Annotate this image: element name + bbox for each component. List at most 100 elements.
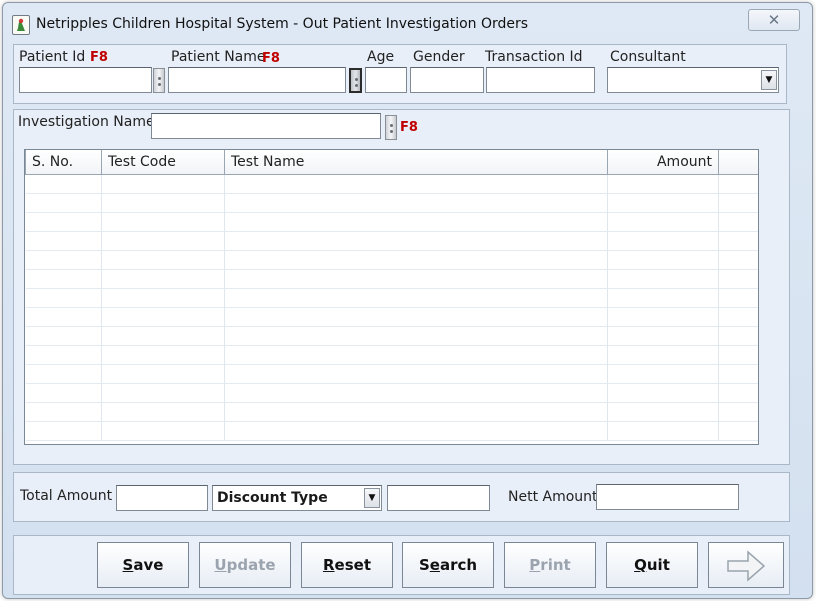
table-cell[interactable] bbox=[101, 269, 225, 289]
table-cell[interactable] bbox=[718, 212, 758, 232]
close-icon[interactable]: ✕ bbox=[748, 9, 800, 31]
table-cell[interactable] bbox=[224, 345, 608, 365]
table-cell[interactable] bbox=[101, 326, 225, 346]
print-button[interactable]: Print bbox=[504, 542, 596, 588]
table-cell[interactable] bbox=[718, 345, 758, 365]
patient-name-field[interactable] bbox=[168, 67, 346, 93]
table-cell[interactable] bbox=[607, 383, 719, 403]
chevron-down-icon[interactable]: ▼ bbox=[761, 70, 777, 90]
table-row[interactable] bbox=[25, 345, 758, 365]
table-cell[interactable] bbox=[101, 307, 225, 327]
column-header-amount[interactable]: Amount bbox=[607, 150, 719, 175]
table-cell[interactable] bbox=[25, 364, 102, 384]
update-button[interactable]: Update bbox=[199, 542, 291, 588]
table-cell[interactable] bbox=[101, 231, 225, 251]
table-cell[interactable] bbox=[224, 307, 608, 327]
table-cell[interactable] bbox=[224, 383, 608, 403]
table-cell[interactable] bbox=[718, 307, 758, 327]
table-cell[interactable] bbox=[25, 174, 102, 194]
table-cell[interactable] bbox=[101, 364, 225, 384]
table-cell[interactable] bbox=[607, 174, 719, 194]
table-cell[interactable] bbox=[224, 250, 608, 270]
table-cell[interactable] bbox=[25, 212, 102, 232]
table-row[interactable] bbox=[25, 364, 758, 384]
investigation-grid[interactable]: S. No. Test Code Test Name Amount bbox=[24, 149, 759, 445]
column-header-test-code[interactable]: Test Code bbox=[101, 150, 225, 175]
patient-name-lookup-handle[interactable] bbox=[349, 68, 362, 93]
table-cell[interactable] bbox=[101, 288, 225, 308]
table-cell[interactable] bbox=[25, 421, 102, 441]
table-cell[interactable] bbox=[607, 402, 719, 422]
nett-amount-field[interactable] bbox=[596, 484, 739, 510]
table-row[interactable] bbox=[25, 421, 758, 441]
table-cell[interactable] bbox=[224, 288, 608, 308]
table-cell[interactable] bbox=[607, 231, 719, 251]
table-cell[interactable] bbox=[25, 345, 102, 365]
quit-button[interactable]: Quit bbox=[606, 542, 698, 588]
table-row[interactable] bbox=[25, 193, 758, 213]
grid-body[interactable] bbox=[25, 174, 758, 441]
table-cell[interactable] bbox=[607, 421, 719, 441]
consultant-dropdown[interactable]: ▼ bbox=[607, 67, 779, 93]
table-cell[interactable] bbox=[25, 326, 102, 346]
table-cell[interactable] bbox=[224, 402, 608, 422]
table-cell[interactable] bbox=[718, 364, 758, 384]
table-row[interactable] bbox=[25, 250, 758, 270]
table-cell[interactable] bbox=[224, 269, 608, 289]
table-cell[interactable] bbox=[224, 231, 608, 251]
table-cell[interactable] bbox=[718, 326, 758, 346]
table-cell[interactable] bbox=[101, 193, 225, 213]
table-cell[interactable] bbox=[25, 193, 102, 213]
table-row[interactable] bbox=[25, 288, 758, 308]
table-cell[interactable] bbox=[607, 250, 719, 270]
table-cell[interactable] bbox=[718, 231, 758, 251]
table-cell[interactable] bbox=[101, 383, 225, 403]
table-cell[interactable] bbox=[718, 402, 758, 422]
discount-type-dropdown[interactable]: Discount Type ▼ bbox=[212, 485, 382, 511]
table-cell[interactable] bbox=[224, 193, 608, 213]
table-cell[interactable] bbox=[607, 364, 719, 384]
transaction-id-field[interactable] bbox=[486, 67, 595, 93]
table-cell[interactable] bbox=[718, 174, 758, 194]
table-row[interactable] bbox=[25, 231, 758, 251]
table-cell[interactable] bbox=[101, 402, 225, 422]
table-cell[interactable] bbox=[224, 421, 608, 441]
table-cell[interactable] bbox=[25, 402, 102, 422]
table-cell[interactable] bbox=[718, 288, 758, 308]
table-cell[interactable] bbox=[607, 345, 719, 365]
table-cell[interactable] bbox=[607, 212, 719, 232]
table-cell[interactable] bbox=[718, 193, 758, 213]
gender-field[interactable] bbox=[410, 67, 484, 93]
table-cell[interactable] bbox=[224, 364, 608, 384]
save-button[interactable]: Save bbox=[97, 542, 189, 588]
patient-id-field[interactable] bbox=[19, 67, 152, 93]
total-amount-field[interactable] bbox=[116, 485, 208, 511]
table-cell[interactable] bbox=[101, 345, 225, 365]
table-cell[interactable] bbox=[101, 212, 225, 232]
table-row[interactable] bbox=[25, 307, 758, 327]
investigation-name-field[interactable] bbox=[151, 113, 381, 139]
column-header-test-name[interactable]: Test Name bbox=[224, 150, 608, 175]
table-row[interactable] bbox=[25, 383, 758, 403]
table-row[interactable] bbox=[25, 174, 758, 194]
table-row[interactable] bbox=[25, 212, 758, 232]
age-field[interactable] bbox=[365, 67, 407, 93]
table-row[interactable] bbox=[25, 402, 758, 422]
table-cell[interactable] bbox=[101, 250, 225, 270]
table-cell[interactable] bbox=[224, 174, 608, 194]
table-cell[interactable] bbox=[607, 307, 719, 327]
table-cell[interactable] bbox=[25, 231, 102, 251]
column-header-sno[interactable]: S. No. bbox=[25, 150, 102, 175]
chevron-down-icon[interactable]: ▼ bbox=[364, 488, 380, 508]
investigation-lookup-handle[interactable] bbox=[385, 115, 397, 140]
table-cell[interactable] bbox=[718, 269, 758, 289]
table-row[interactable] bbox=[25, 326, 758, 346]
table-cell[interactable] bbox=[607, 326, 719, 346]
table-cell[interactable] bbox=[224, 326, 608, 346]
patient-id-lookup-handle[interactable] bbox=[153, 68, 165, 93]
table-cell[interactable] bbox=[718, 250, 758, 270]
table-cell[interactable] bbox=[25, 288, 102, 308]
table-cell[interactable] bbox=[718, 421, 758, 441]
discount-value-field[interactable] bbox=[387, 485, 490, 511]
next-button[interactable] bbox=[708, 542, 784, 588]
